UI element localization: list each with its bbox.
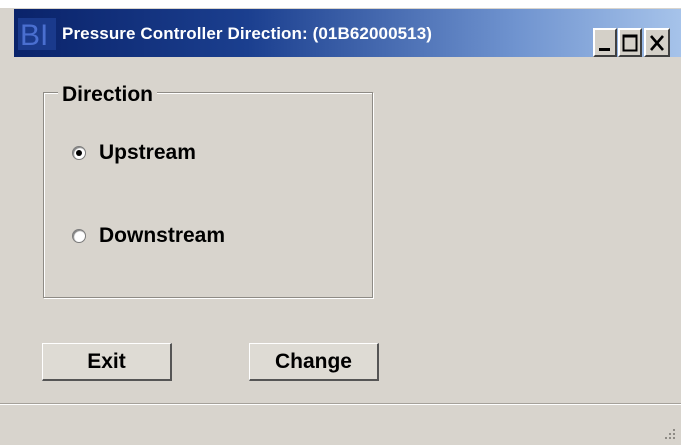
radio-downstream-label: Downstream [99, 224, 226, 247]
direction-groupbox [43, 92, 373, 298]
close-icon [650, 34, 664, 51]
radio-downstream[interactable]: Downstream [72, 224, 225, 248]
radio-downstream-indicator[interactable] [72, 229, 86, 243]
minimize-button[interactable] [593, 28, 617, 57]
close-button[interactable] [644, 28, 670, 57]
title-bar[interactable]: BI Pressure Controller Direction: (01B62… [14, 9, 681, 57]
radio-upstream-indicator[interactable] [72, 146, 86, 160]
minimize-icon [599, 47, 610, 51]
radio-upstream[interactable]: Upstream [72, 141, 196, 165]
bi-logo-icon: BI [18, 18, 56, 50]
resize-grip-icon[interactable] [661, 425, 677, 441]
exit-button[interactable]: Exit [42, 343, 172, 381]
maximize-icon [622, 34, 638, 51]
top-strip [0, 0, 681, 8]
status-bar-divider [0, 403, 681, 405]
change-button[interactable]: Change [249, 343, 379, 381]
radio-selected-dot [76, 150, 82, 156]
window-title: Pressure Controller Direction: (01B62000… [62, 24, 433, 43]
direction-group-label: Direction [58, 82, 158, 108]
pressure-controller-direction-window: BI Pressure Controller Direction: (01B62… [0, 0, 681, 445]
radio-upstream-label: Upstream [99, 141, 196, 164]
svg-text:BI: BI [20, 19, 48, 50]
maximize-button[interactable] [618, 28, 642, 57]
